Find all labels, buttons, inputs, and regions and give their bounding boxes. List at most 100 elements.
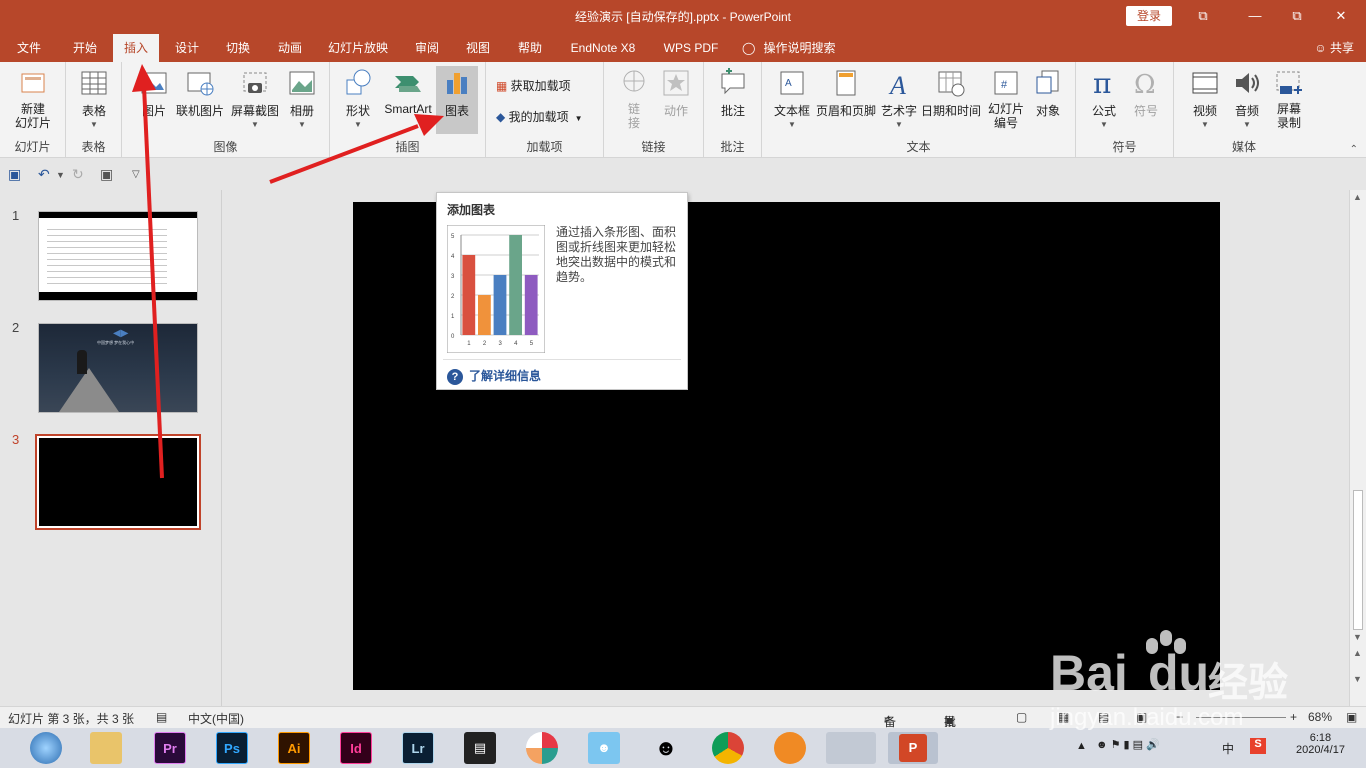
slide-thumbnail-2[interactable]: ◀▶ 中国梦想 梦在我心中 — [38, 323, 198, 413]
audio-button[interactable]: 音频 ▼ — [1226, 68, 1268, 129]
qq-icon[interactable]: ☻ — [650, 732, 682, 764]
tray-overflow-icon[interactable]: ▲ — [1076, 740, 1087, 752]
comment-button[interactable]: 批注 — [712, 68, 754, 119]
picture-button[interactable]: 图片 — [132, 68, 176, 119]
fit-to-window-icon[interactable]: ▣ — [1346, 710, 1357, 724]
tab-endnote[interactable]: EndNote X8 — [562, 34, 644, 62]
ime-indicator[interactable]: 中 — [1222, 740, 1234, 757]
save-icon[interactable]: ▣ — [8, 166, 21, 183]
premiere-icon[interactable]: Pr — [154, 732, 186, 764]
illustrator-icon[interactable]: Ai — [278, 732, 310, 764]
scroll-down-icon[interactable]: ▼ — [1353, 632, 1362, 642]
header-footer-button[interactable]: 页眉和页脚 — [814, 68, 878, 119]
slide-number-label: 幻灯片 编号 — [987, 102, 1024, 130]
video-label: 视频 — [1192, 104, 1217, 118]
link-button[interactable]: 链 接 — [614, 68, 654, 130]
screenshot-button[interactable]: 屏幕截图 ▼ — [226, 68, 284, 129]
tab-design[interactable]: 设计 — [165, 34, 209, 62]
app-pinwheel-icon[interactable] — [526, 732, 558, 764]
customize-qat-icon[interactable]: ▽ — [132, 169, 140, 180]
slide-thumbnail-3-selected[interactable] — [35, 434, 201, 530]
app-orange-icon[interactable] — [774, 732, 806, 764]
new-slide-button[interactable]: 新建 幻灯片 — [6, 68, 60, 130]
chart-button[interactable]: 图表 — [436, 66, 478, 134]
zoom-level[interactable]: 68% — [1308, 710, 1332, 724]
shapes-button[interactable]: 形状 ▼ — [338, 68, 378, 129]
vertical-scrollbar[interactable]: ▲ ▼ ▲ ▼ — [1349, 190, 1366, 706]
chrome-icon[interactable] — [712, 732, 744, 764]
ribbon-display-options-icon[interactable]: ⧉ — [1188, 6, 1218, 26]
screen-recording-button[interactable]: 屏幕 录制 — [1268, 68, 1310, 130]
normal-view-icon[interactable]: ▢ — [1016, 710, 1027, 724]
tab-view[interactable]: 视图 — [456, 34, 500, 62]
language-status[interactable]: 中文(中国) — [188, 710, 244, 727]
tab-animations[interactable]: 动画 — [268, 34, 312, 62]
lightroom-icon[interactable]: Lr — [402, 732, 434, 764]
action-button[interactable]: 动作 — [656, 68, 696, 119]
scroll-thumb[interactable] — [1353, 490, 1363, 630]
equation-button[interactable]: π 公式 ▼ — [1084, 68, 1124, 129]
tab-transitions[interactable]: 切换 — [216, 34, 260, 62]
chart-bar-5 — [524, 275, 538, 335]
online-picture-button[interactable]: 联机图片 — [174, 68, 226, 119]
tab-insert[interactable]: 插入 — [113, 34, 159, 62]
speaker-icon — [1236, 73, 1259, 93]
group-symbols: π 公式 ▼ Ω 符号 符号 — [1076, 62, 1174, 158]
tab-help[interactable]: 帮助 — [508, 34, 552, 62]
slide-thumbnail-1[interactable] — [38, 211, 198, 301]
my-addins-button[interactable]: ◆ 我的加载项 ▼ — [496, 106, 583, 128]
scroll-up-icon[interactable]: ▲ — [1353, 192, 1362, 202]
chat-app-icon[interactable]: ☻ — [588, 732, 620, 764]
next-slide-icon[interactable]: ▼ — [1353, 674, 1362, 684]
sogou-input-icon[interactable]: S — [1250, 738, 1266, 754]
powerpoint-taskbar-item[interactable]: P — [888, 732, 938, 764]
symbol-button[interactable]: Ω 符号 — [1126, 68, 1166, 119]
undo-dropdown-icon[interactable]: ▼ — [56, 170, 65, 180]
slide-number-1: 1 — [12, 208, 20, 223]
share-button[interactable]: ☺ 共享 — [1314, 34, 1354, 62]
close-button[interactable]: ✕ — [1326, 6, 1356, 26]
new-slide-icon — [21, 73, 45, 93]
object-button[interactable]: 对象 — [1028, 68, 1068, 119]
screen-recording-label: 屏幕 录制 — [1276, 102, 1301, 130]
chart-label: 图表 — [444, 104, 469, 118]
file-explorer-icon[interactable] — [90, 732, 122, 764]
tray-icons[interactable]: ☻ ⚑ ▮ ▤ 🔊 — [1096, 738, 1160, 751]
group-label-comments: 批注 — [720, 140, 745, 154]
app-notes-icon[interactable] — [826, 732, 876, 764]
tab-file[interactable]: 文件 — [8, 34, 50, 62]
browser-icon[interactable] — [30, 732, 62, 764]
datetime-button[interactable]: 日期和时间 — [918, 68, 984, 119]
maximize-button[interactable]: ⧉ — [1282, 6, 1312, 26]
video-button[interactable]: 视频 ▼ — [1184, 68, 1226, 129]
smartart-button[interactable]: SmartArt — [380, 68, 436, 116]
prev-slide-icon[interactable]: ▲ — [1353, 648, 1362, 658]
tell-me-search[interactable]: ◯ 操作说明搜索 — [742, 34, 852, 62]
login-button[interactable]: 登录 — [1126, 6, 1172, 26]
start-slideshow-icon[interactable]: ▣ — [100, 166, 113, 183]
get-addins-button[interactable]: ▦ 获取加载项 — [496, 75, 571, 97]
slide-thumbnail-panel: 1 2 ◀▶ 中国梦想 梦在我心中 3 — [0, 190, 222, 706]
dropdown-arrow-icon: ▼ — [251, 120, 259, 129]
tab-wps-pdf[interactable]: WPS PDF — [656, 34, 726, 62]
tooltip-help-link[interactable]: ? 了解详细信息 — [447, 367, 541, 385]
table-button[interactable]: 表格 ▼ — [74, 68, 114, 129]
action-star-icon — [663, 70, 689, 96]
group-label-links: 链接 — [641, 140, 666, 154]
redo-icon[interactable]: ↻ — [72, 166, 84, 183]
indesign-icon[interactable]: Id — [340, 732, 372, 764]
spellcheck-icon[interactable]: ▤ — [156, 710, 167, 724]
tab-review[interactable]: 审阅 — [406, 34, 448, 62]
tab-home[interactable]: 开始 — [62, 34, 108, 62]
tab-slideshow[interactable]: 幻灯片放映 — [322, 34, 394, 62]
album-button[interactable]: 相册 ▼ — [282, 68, 322, 129]
wordart-button[interactable]: A 艺术字 ▼ — [878, 68, 920, 129]
video-editor-icon[interactable]: ▤ — [464, 732, 496, 764]
collapse-ribbon-icon[interactable]: ⌃ — [1350, 144, 1358, 155]
minimize-button[interactable]: — — [1240, 6, 1270, 26]
photoshop-icon[interactable]: Ps — [216, 732, 248, 764]
clock[interactable]: 6:18 2020/4/17 — [1296, 732, 1345, 756]
textbox-button[interactable]: A 文本框 ▼ — [770, 68, 814, 129]
slide-number-button[interactable]: # 幻灯片 编号 — [984, 68, 1028, 130]
undo-icon[interactable]: ↶ — [38, 166, 50, 183]
